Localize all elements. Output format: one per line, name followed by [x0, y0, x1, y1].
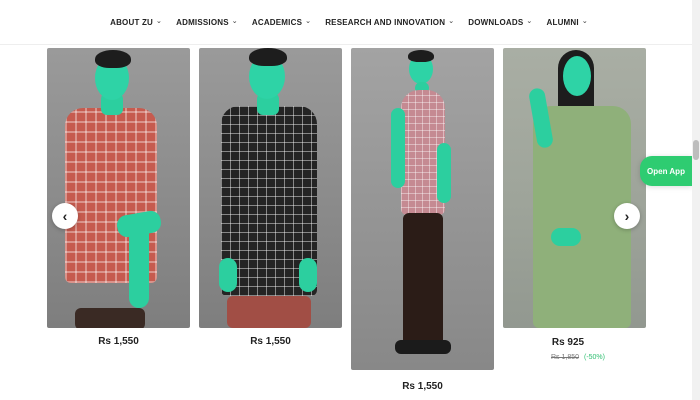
chevron-left-icon: ‹ — [62, 208, 68, 224]
nav-item-alumni[interactable]: ALUMNI ⌄ — [547, 18, 588, 27]
pants — [227, 296, 311, 328]
product-image[interactable] — [199, 48, 342, 328]
product-price: Rs 1,550 — [402, 381, 443, 392]
nav-item-label: ADMISSIONS — [176, 17, 229, 27]
model-head — [563, 56, 591, 96]
open-app-button[interactable]: Open App — [640, 156, 692, 186]
chevron-down-icon: ⌄ — [231, 18, 238, 25]
product-old-price: Rs 1,850 — [551, 354, 580, 361]
pants — [75, 308, 145, 328]
chevron-down-icon: ⌄ — [448, 18, 455, 25]
product-card-2[interactable]: Rs 1,550 — [199, 48, 342, 353]
nav-menu: ABOUT ZU ⌄ ADMISSIONS ⌄ ACADEMICS ⌄ RESE… — [110, 18, 588, 27]
product-image[interactable] — [351, 48, 494, 370]
product-image[interactable] — [503, 48, 646, 328]
nav-item-academics[interactable]: ACADEMICS ⌄ — [252, 18, 311, 27]
arm — [219, 258, 237, 292]
shoes — [395, 340, 451, 354]
chevron-down-icon: ⌄ — [581, 18, 588, 25]
chevron-down-icon: ⌄ — [156, 18, 163, 25]
product-discount: (-50%) — [583, 354, 605, 361]
product-price: Rs 1,550 — [250, 336, 291, 347]
nav-item-about[interactable]: ABOUT ZU ⌄ — [110, 18, 162, 27]
nav-item-admissions[interactable]: ADMISSIONS ⌄ — [176, 18, 238, 27]
hair — [95, 50, 131, 68]
nav-item-downloads[interactable]: DOWNLOADS ⌄ — [468, 18, 532, 27]
hair — [408, 50, 434, 62]
product-card-1[interactable]: Rs 1,550 — [47, 48, 190, 353]
nav-item-label: RESEARCH AND INNOVATION — [325, 17, 446, 27]
chevron-right-icon: › — [624, 208, 630, 224]
arm — [299, 258, 317, 292]
product-image[interactable] — [47, 48, 190, 328]
nav-item-label: DOWNLOADS — [468, 17, 524, 27]
top-nav: ABOUT ZU ⌄ ADMISSIONS ⌄ ACADEMICS ⌄ RESE… — [0, 0, 700, 45]
open-app-label: Open App — [647, 166, 685, 176]
nav-item-label: ABOUT ZU — [110, 17, 154, 27]
scrollbar-thumb[interactable] — [693, 140, 699, 160]
chevron-down-icon: ⌄ — [526, 18, 533, 25]
carousel-prev-button[interactable]: ‹ — [52, 203, 78, 229]
product-card-3[interactable]: Rs 1,550 — [351, 48, 494, 398]
arm — [129, 223, 149, 308]
product-old-price-row: Rs 1,850 (-50%) — [551, 354, 605, 361]
product-price: Rs 1,550 — [98, 336, 139, 347]
pants — [403, 213, 443, 348]
carousel-next-button[interactable]: › — [614, 203, 640, 229]
arm — [437, 143, 451, 203]
nav-item-research[interactable]: RESEARCH AND INNOVATION ⌄ — [325, 18, 454, 27]
nav-item-label: ALUMNI — [546, 17, 579, 27]
product-price: Rs 925 — [551, 337, 585, 348]
arm — [391, 108, 405, 188]
nav-item-label: ACADEMICS — [251, 17, 303, 27]
arm — [551, 228, 581, 246]
page-scrollbar[interactable] — [692, 0, 700, 400]
chevron-down-icon: ⌄ — [305, 18, 312, 25]
hair — [249, 48, 287, 66]
